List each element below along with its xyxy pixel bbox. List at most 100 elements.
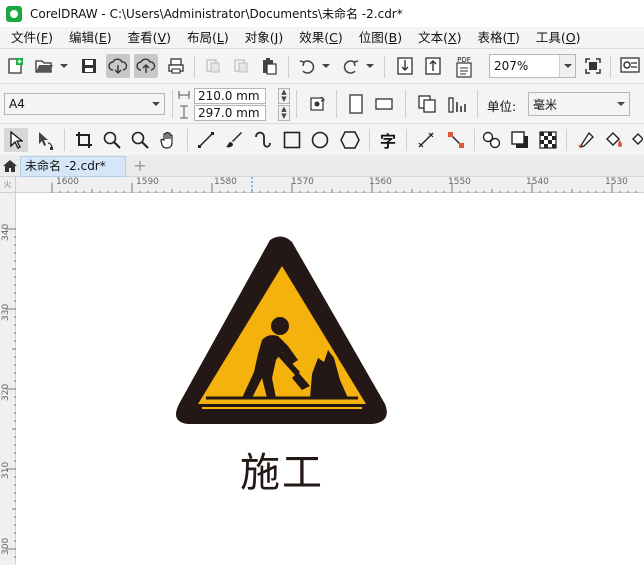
add-document-tab-icon[interactable]: + — [132, 157, 148, 175]
zoom-out-tool-icon[interactable] — [128, 128, 152, 152]
units-value: 毫米 — [533, 97, 558, 112]
menu-text[interactable]: 文本(X) — [412, 27, 467, 48]
pdf-label: PDF — [457, 56, 471, 64]
cloud-download-icon[interactable] — [106, 54, 130, 78]
print-icon[interactable] — [164, 55, 188, 77]
undo-dropdown-icon[interactable] — [320, 55, 332, 77]
smart-fill-tool-icon[interactable] — [630, 128, 644, 152]
page-width-icon — [177, 87, 191, 103]
ruler-v-label: 330 — [1, 303, 11, 321]
options-icon[interactable] — [618, 55, 642, 77]
ruler-h-label: 1540 — [526, 177, 549, 187]
publish-pdf-icon[interactable]: PDF — [450, 53, 478, 79]
menu-object[interactable]: 对象(J) — [239, 27, 289, 48]
zoom-level-value: 207% — [494, 59, 529, 73]
document-tab[interactable]: 未命名 -2.cdr* — [20, 156, 126, 177]
rectangle-tool-icon[interactable] — [280, 128, 304, 152]
interactive-fill-tool-icon[interactable] — [602, 128, 626, 152]
text-tool-icon[interactable]: 字 — [376, 128, 400, 152]
open-recent-dropdown-icon[interactable] — [58, 55, 70, 77]
page-width-field[interactable]: 210.0 mm — [194, 88, 266, 104]
page-height-spinner[interactable]: ▲ ▼ — [278, 105, 290, 121]
blend-tool-icon[interactable] — [480, 128, 504, 152]
horizontal-ruler[interactable]: 1600 1590 1580 1570 1560 1550 1540 1530 — [16, 177, 644, 193]
page-orientation-toggle-icon[interactable] — [305, 93, 329, 115]
menu-bitmaps[interactable]: 位图(B) — [353, 27, 408, 48]
polygon-tool-icon[interactable] — [338, 128, 362, 152]
new-document-icon[interactable] — [4, 55, 26, 77]
zoom-tool-icon[interactable] — [100, 128, 124, 152]
menu-bar: 文件(F) 编辑(E) 查看(V) 布局(L) 对象(J) 效果(C) 位图(B… — [0, 27, 644, 48]
page-size-value: A4 — [9, 97, 25, 111]
menu-layout[interactable]: 布局(L) — [181, 27, 235, 48]
ruler-h-label: 1560 — [369, 177, 392, 187]
save-icon[interactable] — [78, 55, 100, 77]
ruler-h-label: 1550 — [448, 177, 471, 187]
ruler-origin[interactable]: 火 — [0, 177, 16, 193]
menu-view[interactable]: 查看(V) — [122, 27, 177, 48]
sign-caption[interactable]: 施工 — [222, 440, 342, 498]
vertical-ruler[interactable]: 340 330 320 310 300 — [0, 193, 16, 565]
property-bar: A4 210.0 mm ▲ ▼ 297.0 mm ▲ ▼ 单位: 毫米 — [0, 83, 644, 123]
construction-warning-sign[interactable] — [172, 232, 392, 432]
menu-effects[interactable]: 效果(C) — [293, 27, 349, 48]
crop-tool-icon[interactable] — [72, 128, 96, 152]
import-icon[interactable] — [394, 55, 416, 77]
home-icon[interactable] — [0, 155, 20, 177]
smart-drawing-tool-icon[interactable] — [250, 128, 274, 152]
horizontal-ruler-ticks — [51, 177, 637, 193]
shape-tool-icon[interactable] — [34, 128, 58, 152]
all-pages-icon[interactable] — [414, 92, 440, 116]
landscape-icon[interactable] — [372, 92, 396, 116]
connector-tool-icon[interactable] — [444, 128, 468, 152]
redo-dropdown-icon[interactable] — [364, 55, 376, 77]
units-combo[interactable]: 毫米 — [528, 92, 630, 116]
standard-toolbar: PDF 207% — [0, 48, 644, 83]
ruler-h-label: 1590 — [136, 177, 159, 187]
cut-icon[interactable] — [202, 55, 224, 77]
ruler-v-label: 310 — [1, 461, 11, 479]
undo-icon[interactable] — [296, 55, 318, 77]
drop-shadow-tool-icon[interactable] — [508, 128, 532, 152]
menu-file[interactable]: 文件(F) — [5, 27, 59, 48]
page-height-icon — [177, 104, 191, 120]
current-page-icon[interactable] — [444, 92, 470, 116]
paste-icon[interactable] — [258, 55, 280, 77]
units-dropdown-icon[interactable] — [613, 93, 629, 115]
artistic-media-tool-icon[interactable] — [222, 128, 246, 152]
menu-tools[interactable]: 工具(O) — [530, 27, 587, 48]
window-title: CorelDRAW - C:\Users\Administrator\Docum… — [30, 7, 403, 21]
zoom-level-combo[interactable]: 207% — [489, 54, 576, 78]
pan-tool-icon[interactable] — [156, 128, 180, 152]
copy-icon[interactable] — [230, 55, 252, 77]
zoom-to-page-icon[interactable] — [582, 55, 604, 77]
ruler-h-label: 1600 — [56, 177, 79, 187]
eyedropper-tool-icon[interactable] — [574, 128, 598, 152]
ruler-h-label: 1580 — [214, 177, 237, 187]
cloud-upload-icon[interactable] — [134, 54, 158, 78]
page-size-combo[interactable]: A4 — [4, 93, 165, 115]
portrait-icon[interactable] — [344, 92, 368, 116]
ruler-v-label: 320 — [1, 383, 11, 401]
redo-icon[interactable] — [340, 55, 362, 77]
ellipse-tool-icon[interactable] — [308, 128, 332, 152]
freehand-tool-icon[interactable] — [194, 128, 218, 152]
menu-table[interactable]: 表格(T) — [471, 27, 525, 48]
open-folder-icon[interactable] — [32, 55, 56, 77]
transparency-tool-icon[interactable] — [536, 128, 560, 152]
vertical-ruler-ticks — [6, 228, 16, 558]
coreldraw-logo-icon — [6, 5, 22, 22]
page-width-spinner[interactable]: ▲ ▼ — [278, 88, 290, 104]
ruler-v-label: 340 — [1, 223, 11, 241]
page-size-dropdown-icon[interactable] — [148, 94, 164, 114]
parallel-dimension-tool-icon[interactable] — [414, 128, 438, 152]
menu-edit[interactable]: 编辑(E) — [63, 27, 118, 48]
toolbox: 字 — [0, 123, 644, 155]
zoom-dropdown-icon[interactable] — [559, 55, 575, 77]
page-height-field[interactable]: 297.0 mm — [194, 105, 266, 121]
export-icon[interactable] — [422, 55, 444, 77]
title-bar: CorelDRAW - C:\Users\Administrator\Docum… — [0, 0, 644, 27]
pick-tool-icon[interactable] — [4, 128, 28, 152]
ruler-h-label: 1530 — [605, 177, 628, 187]
ruler-v-label: 300 — [1, 537, 11, 555]
